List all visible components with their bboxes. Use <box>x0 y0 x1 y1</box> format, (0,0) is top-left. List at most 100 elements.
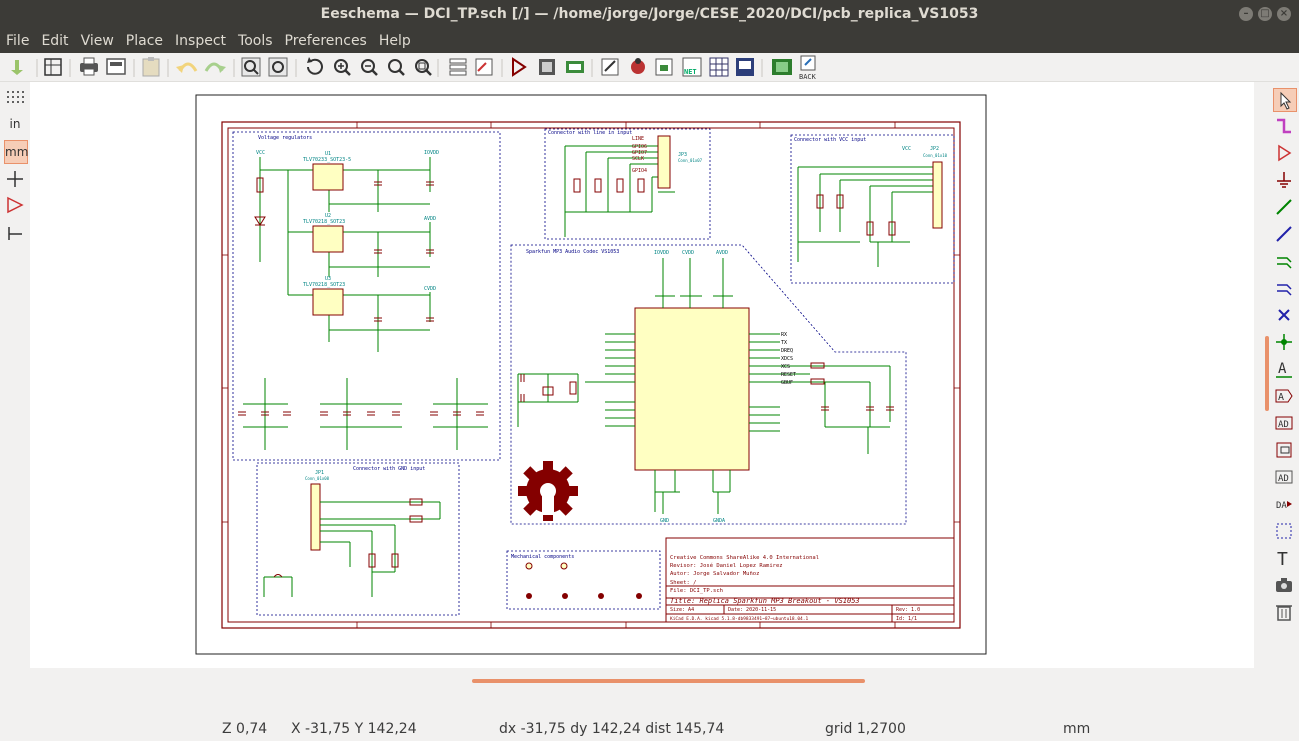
menu-edit[interactable]: Edit <box>35 29 74 53</box>
reg2-ref: U2 <box>325 213 331 219</box>
iovdd-label-1: IOVDD <box>424 150 439 156</box>
oshw-logo-icon <box>518 461 578 521</box>
import-sheet-pin-icon[interactable]: AD <box>1273 466 1295 488</box>
units-inch-label: in <box>9 117 21 131</box>
zoom-in-icon[interactable] <box>334 59 351 76</box>
add-text-icon[interactable]: T <box>1273 547 1295 570</box>
back-annotate-icon[interactable]: BACK <box>799 55 817 81</box>
add-image-icon[interactable] <box>1273 574 1295 596</box>
wire-entry-icon[interactable] <box>1273 250 1295 272</box>
title-bar: Eeschema — DCI_TP.sch [/] — /home/jorge/… <box>0 0 1299 29</box>
tb-date: Date: 2020-11-15 <box>728 607 776 613</box>
svg-text:T: T <box>1277 549 1288 569</box>
cvdd-label-1: CVDD <box>424 286 436 292</box>
undo-icon[interactable] <box>176 62 198 73</box>
sclk-label: SCLK <box>632 156 644 162</box>
redo-icon[interactable] <box>204 62 226 73</box>
no-connect-icon[interactable] <box>1273 304 1295 326</box>
menu-inspect[interactable]: Inspect <box>169 29 232 53</box>
maximize-button[interactable]: □ <box>1258 7 1272 21</box>
zoom-selection-icon[interactable] <box>415 59 432 76</box>
symbol-editor-icon[interactable] <box>512 57 527 77</box>
graphic-lines-icon[interactable] <box>1273 520 1295 542</box>
grid-toggle-icon[interactable] <box>4 87 26 109</box>
tb-size: Size: A4 <box>670 607 694 613</box>
annotate-icon[interactable] <box>601 58 619 76</box>
tb-rev: Rev: 1.0 <box>896 607 920 613</box>
close-button[interactable]: × <box>1277 7 1291 21</box>
jp1-value: Conn_01x08 <box>305 476 330 481</box>
iovdd-label-2: IOVDD <box>654 250 669 256</box>
tb-id: Id: 1/1 <box>896 616 917 622</box>
assign-footprints-icon[interactable] <box>655 58 673 76</box>
minimize-button[interactable]: – <box>1239 7 1253 21</box>
netlist-icon[interactable]: NET <box>682 57 702 77</box>
gnd-label-core: GND <box>660 518 669 524</box>
sheet-setup-icon[interactable] <box>44 58 62 76</box>
reg1-ref: U1 <box>325 151 331 157</box>
select-tool-icon[interactable] <box>1273 88 1297 112</box>
footprint-editor-icon[interactable] <box>566 61 584 73</box>
save-icon[interactable] <box>11 60 23 75</box>
zoom-fit-icon[interactable] <box>388 59 405 76</box>
menu-preferences[interactable]: Preferences <box>279 29 373 53</box>
pin-gbuf: GBUF <box>781 380 793 386</box>
avdd-label-2: AVDD <box>716 250 728 256</box>
reg3-ref: U3 <box>325 276 331 282</box>
reg1-value: TLV70233_SOT23-5 <box>303 157 351 163</box>
units-inch-button[interactable]: in <box>4 113 26 135</box>
svg-text:A: A <box>1278 392 1284 403</box>
bus-entry-icon[interactable] <box>1273 277 1295 299</box>
symbol-browser-icon[interactable] <box>539 59 555 75</box>
menu-help[interactable]: Help <box>373 29 417 53</box>
cursor-shape-icon[interactable] <box>4 168 26 190</box>
find-replace-icon[interactable] <box>268 57 288 77</box>
line-label: LINE <box>632 136 644 142</box>
bom-icon[interactable] <box>709 57 729 77</box>
pcbnew-icon[interactable] <box>772 59 792 75</box>
hierarchy-icon[interactable] <box>449 58 467 76</box>
add-bus-icon[interactable] <box>1273 223 1295 245</box>
cvdd-label-2: CVDD <box>682 250 694 256</box>
status-units: mm <box>1063 721 1091 737</box>
net-label-icon[interactable]: A <box>1273 358 1295 380</box>
refresh-icon[interactable] <box>307 57 323 75</box>
status-grid: grid 1,2700 <box>825 721 906 737</box>
plot-icon[interactable] <box>106 58 126 75</box>
add-wire-icon[interactable] <box>1273 196 1295 218</box>
print-icon[interactable] <box>80 57 98 76</box>
sheet-pin-icon[interactable]: DA <box>1273 493 1295 515</box>
vcc-label-1: VCC <box>256 150 265 156</box>
line-mode-icon[interactable] <box>4 222 26 244</box>
hidden-pins-icon[interactable] <box>4 194 26 216</box>
menu-view[interactable]: View <box>75 29 120 53</box>
delete-icon[interactable] <box>1273 601 1295 623</box>
hier-sheet-icon[interactable] <box>1273 439 1295 461</box>
highlight-net-icon[interactable] <box>1273 115 1295 137</box>
tb-sheet: Sheet: / <box>670 580 697 586</box>
horizontal-scrollbar[interactable] <box>472 679 865 683</box>
add-symbol-icon[interactable] <box>1273 142 1295 164</box>
menu-tools[interactable]: Tools <box>232 29 279 53</box>
erc-icon[interactable] <box>631 58 645 74</box>
hier-label-icon[interactable]: AD <box>1273 412 1295 434</box>
paste-icon[interactable] <box>142 57 160 77</box>
back-label: BACK <box>799 73 817 81</box>
global-label-icon[interactable]: A <box>1273 385 1295 407</box>
units-mm-button[interactable]: mm <box>4 140 28 164</box>
vertical-scrollbar[interactable] <box>1265 336 1269 411</box>
add-power-icon[interactable] <box>1273 169 1295 191</box>
leave-sheet-icon[interactable] <box>475 58 493 76</box>
schematic-canvas[interactable]: Voltage regulators TLV70233_SOT23-5 TLV7… <box>30 82 1254 668</box>
zoom-out-icon[interactable] <box>361 59 378 76</box>
menu-file[interactable]: File <box>0 29 35 53</box>
section-vcc: Connector with VCC input <box>794 137 866 143</box>
junction-icon[interactable] <box>1273 331 1295 353</box>
find-icon[interactable] <box>241 57 261 77</box>
reg3-value: TLV70218_SOT23 <box>303 282 345 288</box>
gpio4-label: GPIO4 <box>632 168 647 174</box>
pcb-bom-icon[interactable] <box>736 58 754 76</box>
menu-place[interactable]: Place <box>120 29 169 53</box>
section-line-in: Connector with line in input <box>548 130 632 136</box>
pin-dreq: DREQ <box>781 348 793 354</box>
